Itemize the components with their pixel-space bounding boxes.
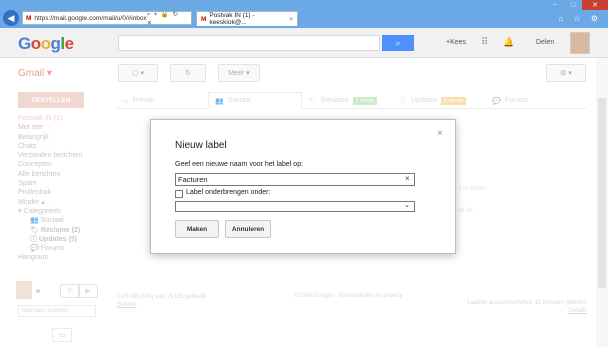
chevron-down-icon[interactable]: ⌄ — [404, 201, 410, 209]
back-arrow-icon[interactable]: ◀ — [3, 10, 19, 26]
browser-tab[interactable]: M Postvak IN (1) - keeskiok@... × — [196, 11, 298, 26]
new-label-dialog: × Nieuw label Geef een nieuwe naam voor … — [150, 119, 456, 254]
label-name-prompt: Geef een nieuwe naam voor het label op: — [175, 161, 304, 168]
browser-toolbar-icons[interactable]: ⌂ ☆ ⚙ — [558, 14, 602, 23]
create-button[interactable]: Maken — [175, 220, 219, 238]
search-button[interactable]: ⌕ — [382, 35, 414, 51]
nest-label-text: Label onderbrengen onder: — [186, 189, 271, 196]
nest-label-checkbox[interactable] — [175, 190, 183, 198]
gmail-favicon-icon: M — [201, 15, 207, 23]
label-name-input[interactable] — [175, 173, 415, 186]
maximize-button[interactable]: □ — [564, 0, 582, 10]
search-icon: ⌕ — [395, 37, 401, 48]
dialog-title: Nieuw label — [175, 140, 227, 151]
clear-input-icon[interactable]: × — [405, 174, 410, 183]
google-logo[interactable]: Google — [18, 34, 74, 54]
address-bar[interactable]: M https://mail.google.com/mail/u/0/#inbo… — [22, 10, 192, 27]
close-icon[interactable]: × — [437, 128, 443, 139]
google-header: Google ⌕ +Kees ⠿ 🔔 Delen — [0, 28, 608, 58]
tab-close-icon[interactable]: × — [289, 16, 293, 23]
window-controls: − □ ✕ — [546, 0, 608, 10]
plus-user-link[interactable]: +Kees — [446, 39, 466, 46]
bell-icon[interactable]: 🔔 — [503, 37, 514, 48]
browser-tab-label: Postvak IN (1) - keeskiok@... — [209, 12, 255, 26]
avatar[interactable] — [570, 32, 590, 54]
minimize-button[interactable]: − — [546, 0, 564, 10]
address-url: https://mail.google.com/mail/u/0/#inbox — [34, 14, 147, 22]
apps-grid-icon[interactable]: ⠿ — [481, 37, 488, 48]
address-controls[interactable]: ⌕ ▾ 🔒 ↻ ✕ — [147, 10, 188, 27]
search-input[interactable] — [118, 35, 380, 51]
close-window-button[interactable]: ✕ — [582, 0, 608, 10]
gmail-favicon-icon: M — [26, 14, 32, 22]
parent-label-select[interactable] — [175, 201, 415, 212]
browser-chrome: ◀ M https://mail.google.com/mail/u/0/#in… — [0, 0, 608, 28]
cancel-button[interactable]: Annuleren — [225, 220, 271, 238]
share-link[interactable]: Delen — [536, 39, 554, 46]
